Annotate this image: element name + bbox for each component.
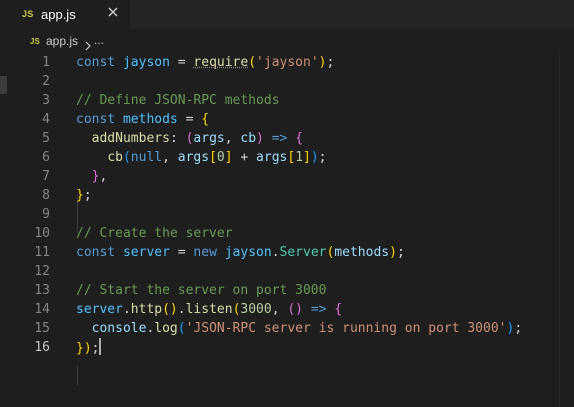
code-line[interactable]: 6 cb(null, args[0] + args[1]);: [0, 148, 574, 167]
code-text[interactable]: });: [76, 338, 102, 358]
code-line-active[interactable]: 16 });: [0, 338, 574, 357]
code-line[interactable]: 4 const methods = {: [0, 110, 574, 129]
code-text[interactable]: const jayson = require('jayson');: [76, 53, 334, 72]
close-icon[interactable]: [106, 5, 120, 19]
code-line[interactable]: 1 const jayson = require('jayson');: [0, 53, 574, 72]
code-line[interactable]: 8 };: [0, 186, 574, 205]
tab-label: app.js: [41, 7, 76, 22]
line-number: 4: [42, 112, 50, 127]
code-line[interactable]: 2: [0, 72, 574, 91]
line-number: 16: [34, 340, 50, 355]
code-line[interactable]: 15 console.log('JSON-RPC server is runni…: [0, 319, 574, 338]
code-text[interactable]: addNumbers: (args, cb) => {: [76, 129, 303, 148]
indent-guide: [77, 366, 78, 385]
code-line[interactable]: 7 },: [0, 167, 574, 186]
line-number: 12: [34, 264, 50, 279]
js-file-icon: JS: [22, 9, 34, 19]
code-line[interactable]: 9: [0, 205, 574, 224]
code-line[interactable]: 5 addNumbers: (args, cb) => {: [0, 129, 574, 148]
code-text[interactable]: },: [76, 167, 108, 186]
text-cursor: [99, 338, 102, 355]
code-text[interactable]: };: [76, 186, 92, 205]
line-number: 11: [34, 245, 50, 260]
line-number: 7: [42, 169, 50, 184]
breadcrumb-file[interactable]: app.js: [46, 34, 78, 48]
code-comment[interactable]: // Start the server on port 3000: [76, 281, 326, 300]
line-number: 5: [42, 131, 50, 146]
breadcrumb: JS app.js ...: [0, 29, 574, 53]
js-file-icon: JS: [30, 37, 40, 46]
line-number: 3: [42, 93, 50, 108]
code-text[interactable]: cb(null, args[0] + args[1]);: [76, 148, 326, 167]
code-line[interactable]: 11 const server = new jayson.Server(meth…: [0, 243, 574, 262]
line-number: 13: [34, 283, 50, 298]
code-line[interactable]: 12: [0, 262, 574, 281]
line-number: 10: [34, 226, 50, 241]
tab-app-js[interactable]: JS app.js: [0, 0, 131, 29]
code-text[interactable]: server.http().listen(3000, () => {: [76, 300, 342, 319]
line-number: 2: [42, 74, 50, 89]
code-line[interactable]: 13 // Start the server on port 3000: [0, 281, 574, 300]
line-number: 14: [34, 302, 50, 317]
code-text[interactable]: const server = new jayson.Server(methods…: [76, 243, 405, 262]
code-comment[interactable]: // Define JSON-RPC methods: [76, 91, 280, 110]
code-comment[interactable]: // Create the server: [76, 224, 233, 243]
code-line[interactable]: 3 // Define JSON-RPC methods: [0, 91, 574, 110]
line-number: 1: [42, 55, 50, 70]
code-editor[interactable]: 1 const jayson = require('jayson'); 2 3 …: [0, 53, 574, 407]
code-text[interactable]: const methods = {: [76, 110, 209, 129]
line-number: 9: [42, 207, 50, 222]
line-number: 6: [42, 150, 50, 165]
line-number: 8: [42, 188, 50, 203]
tab-bar: JS app.js: [0, 0, 574, 29]
line-number: 15: [34, 321, 50, 336]
vertical-scrollbar[interactable]: [559, 53, 574, 407]
code-text[interactable]: console.log('JSON-RPC server is running …: [76, 319, 523, 338]
code-line[interactable]: 14 server.http().listen(3000, () => {: [0, 300, 574, 319]
code-line[interactable]: 10 // Create the server: [0, 224, 574, 243]
breadcrumb-symbols[interactable]: ...: [94, 33, 104, 47]
